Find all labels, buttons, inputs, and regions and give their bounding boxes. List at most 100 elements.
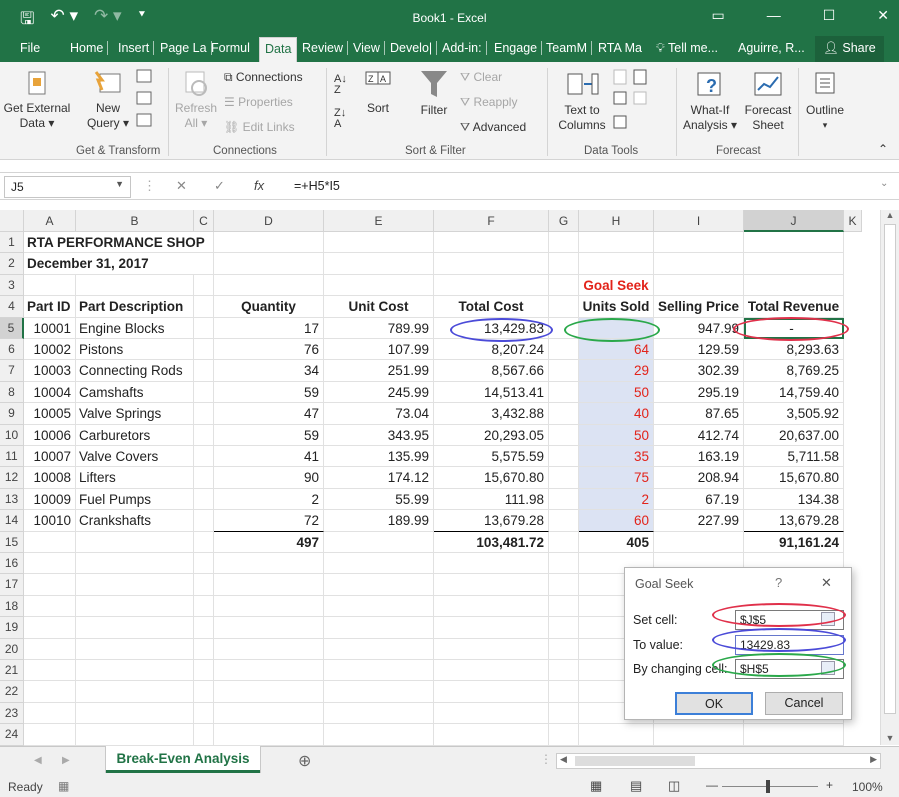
cell-j3[interactable] bbox=[744, 274, 844, 297]
enter-icon[interactable]: ✓ bbox=[214, 178, 225, 194]
quantity-cell[interactable]: 59 bbox=[214, 381, 324, 404]
quantity-cell[interactable]: 47 bbox=[214, 403, 324, 425]
selling-price-cell[interactable]: 947.99 bbox=[654, 317, 744, 339]
row-header-15[interactable]: 15 bbox=[0, 531, 24, 553]
consolidate-icon[interactable] bbox=[633, 69, 647, 85]
page-layout-view-icon[interactable]: ▤ bbox=[630, 778, 642, 794]
row-header-23[interactable]: 23 bbox=[0, 702, 24, 725]
cell-c11[interactable] bbox=[194, 446, 214, 468]
cell-a24[interactable] bbox=[24, 724, 76, 746]
collapse-ribbon-icon[interactable]: ⌃ bbox=[878, 142, 888, 156]
cell-g16[interactable] bbox=[549, 553, 579, 575]
row-header-20[interactable]: 20 bbox=[0, 638, 24, 660]
tab-page-layout[interactable]: Page La bbox=[160, 41, 212, 55]
cell-e24[interactable] bbox=[324, 724, 434, 746]
selling-price-cell[interactable]: 295.19 bbox=[654, 381, 744, 404]
cell-i24[interactable] bbox=[654, 724, 744, 746]
cell-a3[interactable] bbox=[24, 274, 76, 297]
cell-d19[interactable] bbox=[214, 617, 324, 639]
part-id-cell[interactable]: 10004 bbox=[24, 381, 76, 404]
cell-f17[interactable] bbox=[434, 574, 549, 596]
sheet-date[interactable]: December 31, 2017 bbox=[24, 253, 214, 275]
row-header-19[interactable]: 19 bbox=[0, 617, 24, 639]
quantity-cell[interactable]: 17 bbox=[214, 317, 324, 339]
cell-e19[interactable] bbox=[324, 617, 434, 639]
tab-add-ins[interactable]: Add-in: bbox=[442, 41, 487, 55]
properties-button[interactable]: ☰ Properties bbox=[224, 95, 293, 109]
cell-f21[interactable] bbox=[434, 660, 549, 682]
cell-d2[interactable] bbox=[214, 253, 324, 275]
total-cost-cell[interactable]: 13,679.28 bbox=[434, 510, 549, 532]
zoom-level[interactable]: 100% bbox=[852, 780, 883, 794]
units-sold-cell[interactable]: 50 bbox=[579, 381, 654, 404]
selling-price-cell[interactable]: 302.39 bbox=[654, 360, 744, 382]
cell-e23[interactable] bbox=[324, 702, 434, 725]
column-header-b[interactable]: B bbox=[76, 210, 194, 232]
quantity-cell[interactable]: 2 bbox=[214, 488, 324, 511]
row-header-6[interactable]: 6 bbox=[0, 339, 24, 361]
units-sold-cell[interactable]: 64 bbox=[579, 339, 654, 361]
cell-b20[interactable] bbox=[76, 638, 194, 660]
part-description-cell[interactable]: Carburetors bbox=[76, 424, 194, 446]
cell-a19[interactable] bbox=[24, 617, 76, 639]
total-cost-cell[interactable]: 5,575.59 bbox=[434, 446, 549, 468]
get-external-data-button[interactable]: Get External Data ▾ bbox=[2, 68, 72, 131]
tab-insert[interactable]: Insert bbox=[118, 41, 155, 55]
cell-i15[interactable] bbox=[654, 531, 744, 553]
unit-cost-cell[interactable]: 251.99 bbox=[324, 360, 434, 382]
flash-fill-icon[interactable] bbox=[613, 69, 627, 85]
header-qty[interactable]: Quantity bbox=[214, 296, 324, 318]
what-if-analysis-button[interactable]: ? What-If Analysis ▾ bbox=[680, 70, 740, 133]
cell-g11[interactable] bbox=[549, 446, 579, 468]
cell-f22[interactable] bbox=[434, 681, 549, 703]
insert-function-icon[interactable]: fx bbox=[254, 178, 264, 193]
cell-g22[interactable] bbox=[549, 681, 579, 703]
h-scroll-thumb[interactable] bbox=[575, 756, 695, 766]
row-header-1[interactable]: 1 bbox=[0, 232, 24, 254]
add-sheet-icon[interactable]: ⊕ bbox=[298, 751, 311, 771]
cell-c20[interactable] bbox=[194, 638, 214, 660]
cell-g2[interactable] bbox=[549, 253, 579, 275]
total-quantity[interactable]: 497 bbox=[214, 531, 324, 553]
cell-g5[interactable] bbox=[549, 317, 579, 339]
selling-price-cell[interactable]: 163.19 bbox=[654, 446, 744, 468]
row-header-2[interactable]: 2 bbox=[0, 253, 24, 275]
relationships-icon[interactable] bbox=[633, 91, 647, 105]
share-button[interactable]: 👤︎ Share bbox=[815, 36, 884, 62]
help-icon[interactable]: ? bbox=[775, 575, 782, 590]
cell-b23[interactable] bbox=[76, 702, 194, 725]
cell-e16[interactable] bbox=[324, 553, 434, 575]
column-header-j[interactable]: J bbox=[744, 210, 844, 232]
quantity-cell[interactable]: 90 bbox=[214, 467, 324, 489]
cancel-button[interactable]: Cancel bbox=[765, 692, 843, 715]
to-value-input[interactable]: 13429.83 bbox=[735, 635, 844, 655]
cell-d1[interactable] bbox=[214, 232, 324, 254]
row-header-14[interactable]: 14 bbox=[0, 510, 24, 532]
units-sold-cell[interactable]: 60 bbox=[579, 510, 654, 532]
cell-c19[interactable] bbox=[194, 617, 214, 639]
cell-b16[interactable] bbox=[76, 553, 194, 575]
sheet-title[interactable]: RTA PERFORMANCE SHOP bbox=[24, 232, 214, 254]
ok-button[interactable]: OK bbox=[675, 692, 753, 715]
cell-a16[interactable] bbox=[24, 553, 76, 575]
row-header-18[interactable]: 18 bbox=[0, 595, 24, 618]
cell-e1[interactable] bbox=[324, 232, 434, 254]
cell-c4[interactable] bbox=[194, 296, 214, 318]
selling-price-cell[interactable]: 67.19 bbox=[654, 488, 744, 511]
unit-cost-cell[interactable]: 789.99 bbox=[324, 317, 434, 339]
header-units-sold[interactable]: Units Sold bbox=[579, 296, 654, 318]
cell-b24[interactable] bbox=[76, 724, 194, 746]
cell-a20[interactable] bbox=[24, 638, 76, 660]
cell-g3[interactable] bbox=[549, 274, 579, 297]
cell-i3[interactable] bbox=[654, 274, 744, 297]
row-header-4[interactable]: 4 bbox=[0, 296, 24, 318]
part-id-cell[interactable]: 10002 bbox=[24, 339, 76, 361]
part-id-cell[interactable]: 10009 bbox=[24, 488, 76, 511]
cell-g10[interactable] bbox=[549, 424, 579, 446]
cell-g23[interactable] bbox=[549, 702, 579, 725]
cell-g20[interactable] bbox=[549, 638, 579, 660]
cell-g13[interactable] bbox=[549, 488, 579, 511]
next-sheet-icon[interactable]: ▶ bbox=[62, 755, 70, 766]
part-description-cell[interactable]: Connecting Rods bbox=[76, 360, 194, 382]
new-query-button[interactable]: New Query ▾ bbox=[82, 68, 134, 131]
